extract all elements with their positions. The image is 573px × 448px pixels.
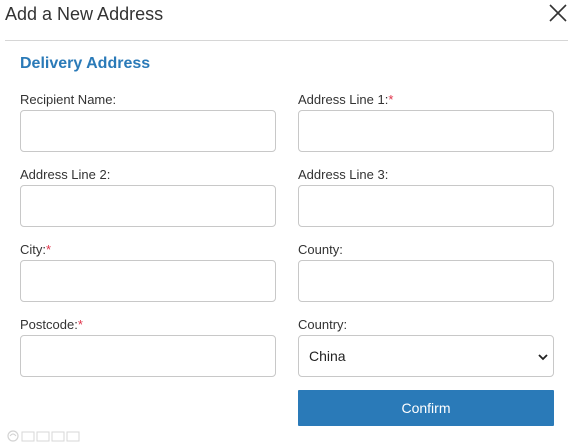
dialog-title: Add a New Address <box>5 4 164 24</box>
address-line-2-label-text: Address Line 2: <box>20 167 111 182</box>
country-select[interactable]: China <box>298 335 554 377</box>
close-button[interactable] <box>548 3 568 23</box>
required-asterisk: * <box>388 92 394 107</box>
city-label-text: City: <box>20 242 46 257</box>
postcode-label-text: Postcode: <box>20 317 78 332</box>
address-line-3-label: Address Line 3: <box>298 167 388 183</box>
county-field[interactable] <box>298 260 554 302</box>
chevron-down-icon <box>538 354 548 361</box>
address-line-1-label-text: Address Line 1: <box>298 92 389 107</box>
recipient-name-label: Recipient Name: <box>20 92 116 108</box>
city-label: City:* <box>20 242 51 258</box>
required-asterisk: * <box>77 317 83 332</box>
address-line-1-field[interactable] <box>298 110 554 152</box>
address-line-1-label: Address Line 1:* <box>298 92 393 108</box>
address-line-2-field[interactable] <box>20 185 276 227</box>
dialog-header: Add a New Address <box>0 0 573 40</box>
close-icon <box>549 4 567 22</box>
header-divider <box>5 40 568 41</box>
county-label-text: County: <box>298 242 343 257</box>
section-title: Delivery Address <box>20 55 151 72</box>
city-field[interactable] <box>20 260 276 302</box>
country-label-text: Country: <box>298 317 348 332</box>
add-address-dialog: Add a New Address Delivery Address Recip… <box>0 0 573 448</box>
recipient-name-field[interactable] <box>20 110 276 152</box>
postcode-field[interactable] <box>20 335 276 377</box>
confirm-button[interactable]: Confirm <box>298 390 554 426</box>
country-selected-value: China <box>309 348 346 364</box>
address-line-3-field[interactable] <box>298 185 554 227</box>
watermark-logo <box>7 430 80 442</box>
county-label: County: <box>298 242 343 258</box>
address-line-3-label-text: Address Line 3: <box>298 167 389 182</box>
address-line-2-label: Address Line 2: <box>20 167 110 183</box>
country-label: Country: <box>298 317 347 333</box>
recipient-name-label-text: Recipient Name: <box>20 92 117 107</box>
required-asterisk: * <box>46 242 52 257</box>
postcode-label: Postcode:* <box>20 317 83 333</box>
